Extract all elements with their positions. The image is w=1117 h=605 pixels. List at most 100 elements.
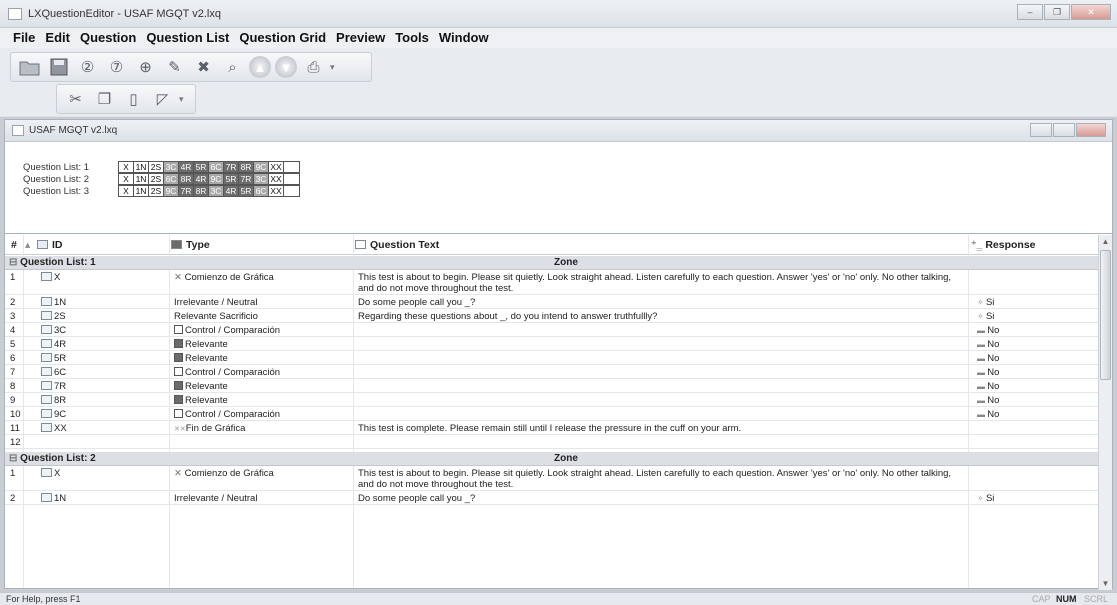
question-list-cell[interactable]: 9C [253,161,269,173]
row-question-text[interactable]: Regarding these questions about _, do yo… [358,311,963,322]
delete-icon[interactable]: ✖ [191,55,216,80]
question-list-cell[interactable] [283,185,300,197]
toolbar-grip[interactable]: ▾ [177,94,184,105]
question-list-cell[interactable]: 4R [193,173,209,185]
question-list-cell[interactable]: 2S [148,173,164,185]
row-response[interactable]: ▬ No [977,339,999,350]
export-icon[interactable]: ⎙ [301,55,326,80]
col-type[interactable]: Type [171,239,210,251]
table-row[interactable]: 10 9C Control / Comparación ▬ No [5,408,1100,421]
question-add-icon[interactable]: ② [75,55,100,80]
scroll-up-icon[interactable]: ▲ [1099,235,1112,248]
col-id[interactable]: ID [37,239,63,251]
copy-icon[interactable]: ❐ [92,87,117,112]
collapse-icon[interactable]: ⊟ [9,257,20,268]
vertical-scrollbar[interactable]: ▲ ▼ [1098,235,1112,590]
move-up-icon[interactable]: ▲ [249,56,271,78]
question-list-cell[interactable]: 7R [238,173,254,185]
question-list-cell[interactable] [283,173,300,185]
row-type[interactable]: Relevante [174,395,228,406]
row-response[interactable]: ✧ Si [977,311,994,322]
sort-icon[interactable]: ▴ [25,239,30,251]
eraser-icon[interactable]: ◸ [150,87,175,112]
table-row[interactable]: 12 [5,436,1100,449]
question-list-cell[interactable]: 8R [238,161,254,173]
move-down-icon[interactable]: ▼ [275,56,297,78]
question-list-cell[interactable]: XX [268,173,284,185]
table-row[interactable]: 9 8R Relevante ▬ No [5,394,1100,407]
row-type[interactable]: Control / Comparación [174,409,280,420]
col-num[interactable]: # [11,239,17,251]
question-list-cell[interactable]: 3C [208,185,224,197]
row-response[interactable]: ▬ No [977,409,999,420]
menu-question-list[interactable]: Question List [141,28,234,45]
row-id[interactable]: 4R [41,339,66,350]
question-list-cell[interactable]: 4R [223,185,239,197]
zoom-icon[interactable]: ⌕ [220,55,245,80]
table-row[interactable]: 4 3C Control / Comparación ▬ No [5,324,1100,337]
toolbar-grip[interactable]: ▾ [328,62,335,73]
row-id[interactable]: 1N [41,493,66,504]
question-list-cell[interactable]: 7R [178,185,194,197]
row-question-text[interactable]: This test is about to begin. Please sit … [358,468,963,490]
table-row[interactable]: 8 7R Relevante ▬ No [5,380,1100,393]
table-row[interactable]: 11 XX ✕✕Fin de Gráfica This test is complet… [5,422,1100,435]
collapse-icon[interactable]: ⊟ [9,453,20,464]
close-button[interactable]: ✕ [1071,4,1111,20]
row-id[interactable]: 8R [41,395,66,406]
row-type[interactable]: Control / Comparación [174,367,280,378]
table-row[interactable]: 1 X ✕ Comienzo de Gráfica This test is abou… [5,271,1100,295]
row-response[interactable]: ✧ Si [977,493,994,504]
question-list-cell[interactable]: 8R [178,173,194,185]
row-response[interactable]: ▬ No [977,395,999,406]
question-list-cell[interactable]: 9C [208,173,224,185]
row-response[interactable]: ▬ No [977,367,999,378]
row-question-text[interactable]: Do some people call you _? [358,493,963,504]
menu-preview[interactable]: Preview [331,28,390,45]
table-row[interactable]: 6 5R Relevante ▬ No [5,352,1100,365]
row-id[interactable]: 5R [41,353,66,364]
row-question-text[interactable]: This test is complete. Please remain sti… [358,423,963,434]
row-id[interactable]: XX [41,423,67,434]
row-type[interactable]: Relevante [174,339,228,350]
question-list-cell[interactable]: 5R [238,185,254,197]
maximize-button[interactable]: ❐ [1044,4,1070,20]
question-list-cell[interactable]: 3C [253,173,269,185]
col-response[interactable]: ⁺‗ Response [971,239,1036,251]
edit-icon[interactable]: ✎ [162,55,187,80]
question-list-cell[interactable]: 9C [163,185,179,197]
question-list-cell[interactable]: 6C [208,161,224,173]
question-list-cell[interactable]: 1N [133,161,149,173]
col-question-text[interactable]: Question Text [355,239,439,251]
question-list-cell[interactable]: 2S [148,185,164,197]
minimize-button[interactable]: – [1017,4,1043,20]
row-type[interactable]: Relevante Sacrificio [174,311,258,322]
menu-window[interactable]: Window [434,28,494,45]
doc-minimize-button[interactable] [1030,123,1052,137]
question-list-cell[interactable]: 5R [223,173,239,185]
question-list-cell[interactable]: 6C [253,185,269,197]
row-id[interactable]: X [41,468,60,479]
row-type[interactable]: Relevante [174,353,228,364]
question-list-cell[interactable]: 6C [163,173,179,185]
group-header[interactable]: ⊟ Question List: 1 Zone [5,256,1100,270]
menu-edit[interactable]: Edit [40,28,75,45]
open-folder-icon[interactable] [17,55,42,80]
cut-icon[interactable]: ✂ [63,87,88,112]
question-list-cell[interactable]: X [118,173,134,185]
row-type[interactable]: ✕ Comienzo de Gráfica [174,272,274,283]
doc-maximize-button[interactable] [1053,123,1075,137]
question-list-cell[interactable] [283,161,300,173]
row-response[interactable]: ▬ No [977,325,999,336]
table-row[interactable]: 5 4R Relevante ▬ No [5,338,1100,351]
doc-close-button[interactable] [1076,123,1106,137]
menu-file[interactable]: File [8,28,40,45]
question-list-cell[interactable]: XX [268,161,284,173]
row-id[interactable]: 7R [41,381,66,392]
scroll-down-icon[interactable]: ▼ [1099,577,1112,590]
question-list-cell[interactable]: 7R [223,161,239,173]
group-header[interactable]: ⊟ Question List: 2 Zone [5,452,1100,466]
question-list-cell[interactable]: 5R [193,161,209,173]
table-row[interactable]: 1 X ✕ Comienzo de Gráfica This test is abou… [5,467,1100,491]
menu-question-grid[interactable]: Question Grid [234,28,331,45]
